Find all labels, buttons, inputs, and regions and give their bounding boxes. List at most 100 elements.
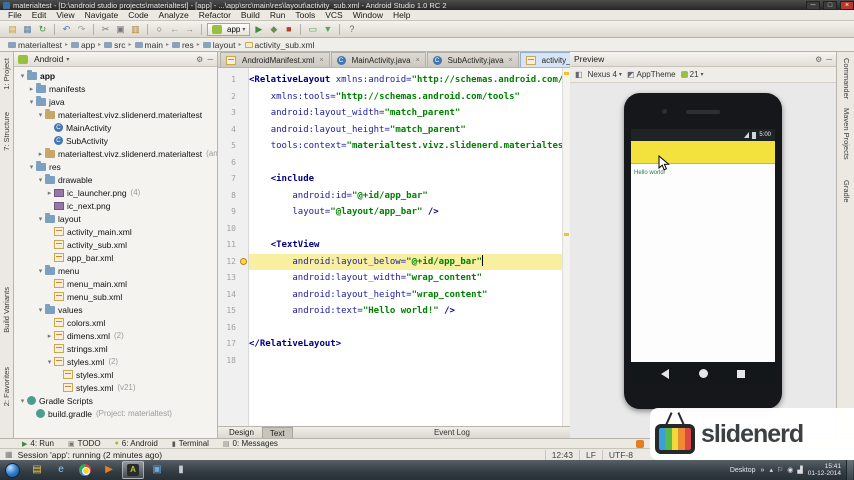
settings-gear-icon[interactable]: ⚙ [196,55,203,64]
home-icon[interactable] [698,369,708,378]
menu-item-view[interactable]: View [51,10,79,20]
breadcrumb-item-main[interactable]: main [134,40,163,50]
breadcrumb-item-materialtest[interactable]: materialtest [8,40,62,50]
tree-item-menu[interactable]: ▾ menu [14,264,217,277]
taskbar-terminal-icon[interactable]: ▮ [170,461,192,479]
editor-tab-mainactivity-java[interactable]: MainActivity.java × [330,52,426,67]
save-all-icon[interactable]: ▦ [21,23,34,36]
run-icon[interactable]: ▶ [252,23,265,36]
code-text[interactable]: android:layout_below="@+id/app_bar" [249,253,562,270]
code-text[interactable] [249,221,562,238]
help-icon[interactable]: ? [345,23,358,36]
tab-design[interactable]: Design [222,427,261,438]
file-encoding[interactable]: UTF-8 [601,449,639,460]
collapse-arrow-icon[interactable]: ▾ [36,176,45,184]
caret-position[interactable]: 12:43 [544,449,579,460]
taskbar-ie-icon[interactable]: e [50,461,72,479]
collapse-arrow-icon[interactable]: ▾ [36,111,45,119]
tree-item-ic-next-png[interactable]: ic_next.png [14,199,217,212]
sdk-manager-icon[interactable]: ▼ [321,23,334,36]
menu-item-analyze[interactable]: Analyze [154,10,194,20]
event-log-notification-icon[interactable] [636,439,644,448]
taskbar-folder-icon[interactable]: ▤ [26,461,48,479]
breadcrumb-item-layout[interactable]: layout [202,40,235,50]
code-text[interactable] [249,155,562,172]
close-tab-icon[interactable]: × [416,57,420,64]
code-text[interactable]: android:text="Hello world!" /> [249,303,562,320]
tree-item-app[interactable]: ▾ app [14,69,217,82]
tool-button-commander[interactable]: Commander [842,58,851,99]
menu-item-refactor[interactable]: Refactor [194,10,236,20]
tree-item-activity-sub-xml[interactable]: activity_sub.xml [14,238,217,251]
close-tab-icon[interactable]: × [509,57,513,64]
line-separator[interactable]: LF [578,449,602,460]
tool-button-1-project[interactable]: 1: Project [2,58,11,90]
back-icon[interactable] [661,368,669,379]
phone-screen[interactable]: 5:00 Hello world! [631,129,775,385]
tree-item-app-bar-xml[interactable]: app_bar.xml [14,251,217,264]
code-text[interactable]: tools:context="materialtest.vivz.slidene… [249,138,562,155]
tree-item-layout[interactable]: ▾ layout [14,212,217,225]
editor-tab-androidmanifest-xml[interactable]: AndroidManifest.xml × [220,52,330,67]
taskbar-media-icon[interactable]: ▶ [98,461,120,479]
tool-button-maven-projects[interactable]: Maven Projects [842,108,851,160]
breadcrumb-item-res[interactable]: res [171,40,194,50]
tree-item-strings-xml[interactable]: strings.xml [14,342,217,355]
taskbar-blue-app-icon[interactable]: ▣ [146,461,168,479]
menu-item-vcs[interactable]: VCS [320,10,347,20]
code-text[interactable]: xmlns:tools="http://schemas.android.com/… [249,89,562,106]
tree-item-styles-xml[interactable]: styles.xml (v21) [14,381,217,394]
tree-item-dimens-xml[interactable]: ▸ dimens.xml (2) [14,329,217,342]
code-text[interactable] [249,320,562,337]
event-log-button[interactable]: Event Log [434,428,470,437]
tree-item-res[interactable]: ▾ res [14,160,217,173]
tool-button-2-favorites[interactable]: 2: Favorites [2,367,11,406]
stop-icon[interactable]: ■ [282,23,295,36]
minimize-button[interactable]: ─ [806,0,820,10]
tree-item-ic-launcher-png[interactable]: ▸ ic_launcher.png (4) [14,186,217,199]
breadcrumb-item-src[interactable]: src [104,40,126,50]
toolwindow-button-0-messages[interactable]: ▤ 0: Messages [217,439,284,449]
expand-arrow-icon[interactable]: ▸ [27,85,36,93]
hide-panel-icon[interactable]: ─ [826,55,832,64]
toolbar-chevron-icon[interactable]: » [761,467,765,474]
menu-item-navigate[interactable]: Navigate [80,10,124,20]
menu-item-tools[interactable]: Tools [290,10,320,20]
toolwindow-button-todo[interactable]: ▣ TODO [62,439,107,449]
tree-item-styles-xml[interactable]: styles.xml [14,368,217,381]
collapse-arrow-icon[interactable]: ▾ [36,267,45,275]
cut-icon[interactable]: ✂ [99,23,112,36]
tree-item-build-gradle[interactable]: build.gradle (Project: materialtest) [14,407,217,420]
tree-item-drawable[interactable]: ▾ drawable [14,173,217,186]
collapse-arrow-icon[interactable]: ▾ [36,215,45,223]
code-text[interactable]: android:layout_height="match_parent" [249,122,562,139]
tray-flag-icon[interactable]: ⚐ [777,466,783,474]
redo-icon[interactable]: ↷ [75,23,88,36]
settings-gear-icon[interactable]: ⚙ [815,55,822,64]
close-button[interactable]: × [840,0,854,10]
hide-panel-icon[interactable]: ─ [207,55,213,64]
collapse-arrow-icon[interactable]: ▾ [18,72,27,80]
avd-manager-icon[interactable]: ▭ [306,23,319,36]
forward-arrow-icon[interactable]: → [183,23,196,36]
taskbar-clock[interactable]: 15:41 01-12-2014 [808,463,841,478]
collapse-arrow-icon[interactable]: ▾ [45,358,54,366]
tree-item-gradle-scripts[interactable]: ▾ Gradle Scripts [14,394,217,407]
code-text[interactable]: android:layout_width="match_parent" [249,105,562,122]
code-text[interactable]: layout="@layout/app_bar" /> [249,204,562,221]
tree-item-menu-sub-xml[interactable]: menu_sub.xml [14,290,217,303]
collapse-arrow-icon[interactable]: ▾ [18,397,27,405]
menu-item-window[interactable]: Window [348,10,388,20]
windows-start-button[interactable] [5,462,20,478]
tree-item-java[interactable]: ▾ java [14,95,217,108]
code-text[interactable]: <RelativeLayout xmlns:android="http://sc… [249,72,562,89]
taskbar-android-studio-icon[interactable]: A [122,461,144,479]
paste-icon[interactable]: ▥ [129,23,142,36]
menu-item-help[interactable]: Help [388,10,415,20]
tray-volume-icon[interactable]: ◉ [787,466,793,474]
tree-item-menu-main-xml[interactable]: menu_main.xml [14,277,217,290]
editor-tab-subactivity-java[interactable]: SubActivity.java × [426,52,519,67]
debug-icon[interactable]: ◆ [267,23,280,36]
tree-item-manifests[interactable]: ▸ manifests [14,82,217,95]
code-text[interactable]: <TextView [249,237,562,254]
